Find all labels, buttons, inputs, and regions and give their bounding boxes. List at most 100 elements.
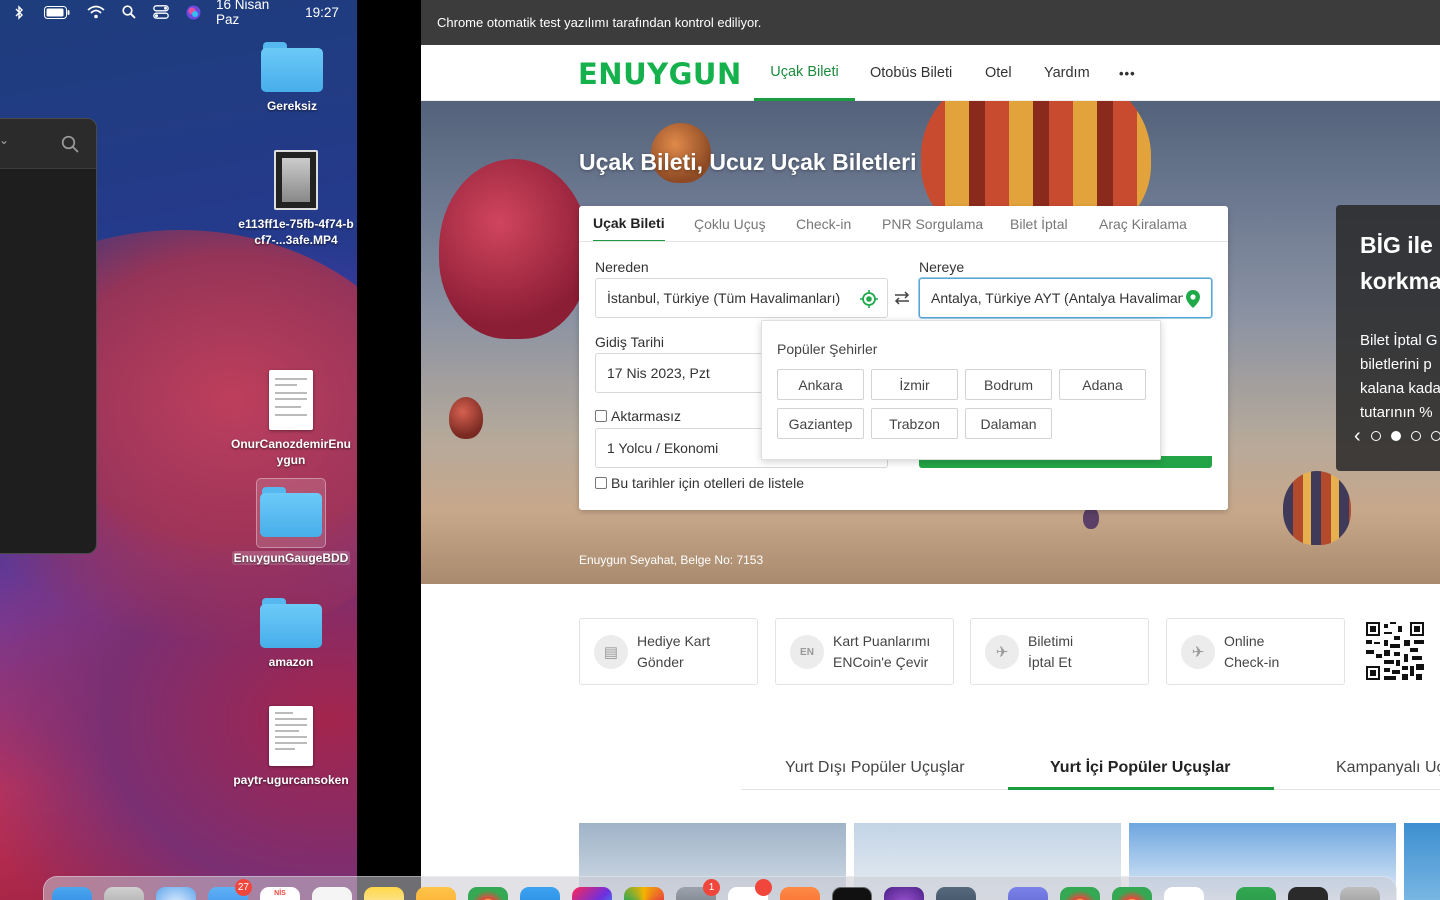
tab-kampanyali[interactable]: Kampanyalı Uç bbox=[1336, 746, 1440, 790]
slider-dot-active[interactable] bbox=[1390, 431, 1401, 441]
site-header: ENUYGUN Uçak Bileti Otobüs Bileti Otel Y… bbox=[421, 45, 1440, 101]
postman-app-icon[interactable] bbox=[780, 887, 820, 900]
app-icon[interactable] bbox=[936, 887, 976, 900]
date-label: Gidiş Tarihi bbox=[595, 334, 664, 350]
launchpad-app-icon[interactable] bbox=[104, 887, 144, 900]
locate-icon[interactable] bbox=[859, 289, 879, 309]
tab-ucak-bileti[interactable]: Uçak Bileti bbox=[593, 206, 665, 242]
search-icon[interactable] bbox=[61, 135, 79, 153]
desktop-item-selected[interactable]: EnuygunGaugeBDD bbox=[231, 478, 351, 566]
control-center-icon[interactable] bbox=[152, 3, 170, 21]
calendar-app-icon[interactable]: NİS bbox=[260, 887, 300, 900]
contacts-app-icon[interactable] bbox=[312, 887, 352, 900]
folder-icon bbox=[261, 42, 323, 92]
trash-icon[interactable] bbox=[1340, 887, 1380, 900]
slider-dot[interactable] bbox=[1430, 431, 1440, 441]
promo-slider: BİG ile p korkma Bilet İptal G biletleri… bbox=[1336, 205, 1440, 471]
selection-highlight bbox=[256, 478, 326, 548]
chrome-app-icon[interactable] bbox=[1060, 887, 1100, 900]
city-option-ankara[interactable]: Ankara bbox=[777, 369, 864, 400]
battery-icon[interactable] bbox=[44, 3, 70, 21]
tab-arac-kiralama[interactable]: Araç Kiralama bbox=[1099, 206, 1187, 242]
terminal-app-icon[interactable] bbox=[832, 887, 872, 900]
slack-badge bbox=[755, 879, 772, 896]
city-option-bodrum[interactable]: Bodrum bbox=[965, 369, 1052, 400]
chrome-app-icon[interactable] bbox=[1112, 887, 1152, 900]
hot-air-balloon-image bbox=[439, 159, 589, 339]
city-option-dalaman[interactable]: Dalaman bbox=[965, 408, 1052, 439]
nonstop-checkbox[interactable]: Aktarmasız bbox=[595, 408, 681, 424]
quick-link-encoin[interactable]: EN Kart Puanlarımı ENCoin'e Çevir bbox=[775, 618, 954, 685]
desktop-item-label: e113ff1e-75fb-4f74-bcf7-...3afe.MP4 bbox=[238, 217, 354, 247]
hotels-checkbox[interactable]: Bu tarihler için otelleri de listele bbox=[595, 475, 804, 491]
document-icon bbox=[269, 370, 313, 430]
tor-browser-app-icon[interactable] bbox=[884, 887, 924, 900]
desktop-item[interactable]: amazon bbox=[231, 598, 351, 670]
chrome-app-icon[interactable] bbox=[468, 887, 508, 900]
tab-yurt-disi[interactable]: Yurt Dışı Popüler Uçuşlar bbox=[785, 746, 965, 790]
window-preview-icon[interactable] bbox=[1288, 887, 1328, 900]
nav-otel[interactable]: Otel bbox=[985, 45, 1012, 101]
desktop-item[interactable]: Gereksiz bbox=[232, 42, 352, 114]
menu-time[interactable]: 19:27 bbox=[302, 3, 342, 21]
quick-link-cancel-ticket[interactable]: ✈ Biletimi İptal Et bbox=[970, 618, 1149, 685]
desktop-item[interactable]: e113ff1e-75fb-4f74-bcf7-...3afe.MP4 bbox=[236, 150, 356, 248]
siri-icon[interactable] bbox=[185, 3, 201, 21]
city-option-izmir[interactable]: İzmir bbox=[871, 369, 958, 400]
destination-photo[interactable] bbox=[1404, 823, 1440, 900]
intellij-app-icon[interactable] bbox=[572, 887, 612, 900]
enuygun-logo[interactable]: ENUYGUN bbox=[578, 57, 742, 91]
quick-link-label: Biletimi İptal Et bbox=[1028, 633, 1074, 670]
more-menu-icon[interactable]: ••• bbox=[1119, 45, 1136, 101]
quick-link-check-in[interactable]: ✈ Online Check-in bbox=[1166, 618, 1345, 685]
tab-pnr-sorgulama[interactable]: PNR Sorgulama bbox=[882, 206, 983, 242]
safari-app-icon[interactable] bbox=[156, 887, 196, 900]
teams-app-icon[interactable] bbox=[1008, 887, 1048, 900]
tab-check-in[interactable]: Check-in bbox=[796, 206, 851, 242]
folder-icon bbox=[260, 487, 322, 537]
city-option-adana[interactable]: Adana bbox=[1059, 369, 1146, 400]
to-label: Nereye bbox=[919, 259, 965, 275]
hot-air-balloon-image bbox=[449, 397, 483, 439]
notes-app-icon[interactable] bbox=[364, 887, 404, 900]
pages-app-icon[interactable] bbox=[416, 887, 456, 900]
chevron-down-icon[interactable]: ⌄ bbox=[0, 133, 9, 147]
checkbox-box[interactable] bbox=[595, 477, 607, 489]
menu-date[interactable]: 16 Nisan Paz bbox=[216, 0, 296, 27]
chevron-left-icon[interactable]: ‹ bbox=[1354, 426, 1361, 446]
mail-app-icon[interactable]: 27 bbox=[208, 879, 252, 900]
app-store-icon[interactable] bbox=[520, 887, 560, 900]
spotlight-icon[interactable] bbox=[121, 3, 137, 21]
quick-link-label: Kart Puanlarımı ENCoin'e Çevir bbox=[833, 633, 931, 670]
sheets-app-icon[interactable] bbox=[1236, 887, 1276, 900]
finder-window[interactable]: ⌄ bbox=[0, 118, 97, 554]
chrome-window: Chrome otomatik test yazılımı tarafından… bbox=[421, 0, 1440, 900]
hot-air-balloon-image bbox=[1283, 471, 1351, 545]
nav-yardim[interactable]: Yardım bbox=[1044, 45, 1090, 101]
wifi-icon[interactable] bbox=[86, 3, 106, 21]
nav-ucak-bileti[interactable]: Uçak Bileti bbox=[754, 45, 855, 101]
to-input[interactable]: Antalya, Türkiye AYT (Antalya Havalimanı… bbox=[919, 278, 1212, 318]
slider-dot[interactable] bbox=[1410, 431, 1421, 441]
tab-bilet-iptal[interactable]: Bilet İptal bbox=[1010, 206, 1068, 242]
desktop-item[interactable]: OnurCanozdemirEnuygun bbox=[231, 370, 351, 468]
photos-app-icon[interactable] bbox=[624, 887, 664, 900]
bluetooth-icon[interactable] bbox=[12, 3, 26, 21]
system-settings-app-icon[interactable]: 1 bbox=[676, 879, 720, 900]
slack-app-icon[interactable] bbox=[728, 879, 772, 900]
quick-link-gift-card[interactable]: ▤ Hediye Kart Gönder bbox=[579, 618, 758, 685]
tab-divider bbox=[579, 241, 1228, 242]
nav-otobus-bileti[interactable]: Otobüs Bileti bbox=[870, 45, 952, 101]
city-option-trabzon[interactable]: Trabzon bbox=[871, 408, 958, 439]
from-input[interactable]: İstanbul, Türkiye (Tüm Havalimanları) bbox=[595, 278, 888, 318]
inkscape-app-icon[interactable] bbox=[1164, 887, 1204, 900]
swap-icon[interactable] bbox=[893, 291, 911, 310]
tab-yurt-ici[interactable]: Yurt İçi Popüler Uçuşlar bbox=[1050, 746, 1231, 790]
city-option-gaziantep[interactable]: Gaziantep bbox=[777, 408, 864, 439]
desktop-item[interactable]: paytr-ugurcansoken bbox=[231, 706, 351, 788]
slider-dot[interactable] bbox=[1370, 431, 1381, 441]
tab-coklu-ucus[interactable]: Çoklu Uçuş bbox=[694, 206, 766, 242]
checkbox-box[interactable] bbox=[595, 410, 607, 422]
finder-app-icon[interactable] bbox=[52, 887, 92, 900]
license-text: Enuygun Seyahat, Belge No: 7153 bbox=[579, 553, 764, 567]
